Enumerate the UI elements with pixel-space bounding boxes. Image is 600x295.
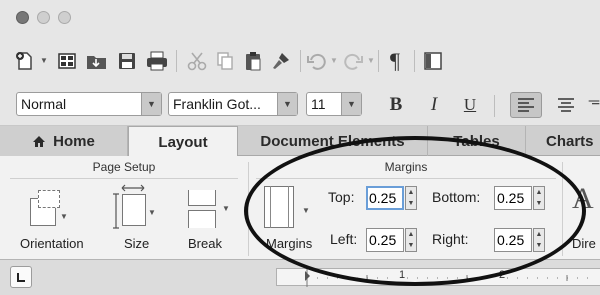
home-icon: [32, 135, 46, 148]
left-tab-icon: [17, 273, 25, 282]
standard-toolbar: ▼ ▼ ▼ ¶: [0, 36, 600, 84]
orientation-button[interactable]: Orientation: [20, 236, 84, 251]
group-divider: [10, 178, 238, 179]
align-center-icon: [558, 98, 574, 112]
tab-layout[interactable]: Layout: [128, 126, 238, 157]
text-direction-button[interactable]: Dire: [572, 236, 596, 251]
align-left-button[interactable]: [510, 92, 542, 118]
tab-charts[interactable]: Charts: [526, 126, 600, 156]
size-button[interactable]: Size: [124, 236, 149, 251]
font-size-dropdown-arrow[interactable]: ▼: [341, 93, 361, 115]
cut-icon[interactable]: [184, 48, 210, 74]
chevron-down-icon[interactable]: ▼: [40, 56, 48, 65]
format-painter-icon[interactable]: [268, 48, 294, 74]
orientation-icon[interactable]: ▼: [28, 186, 68, 230]
bold-button[interactable]: B: [382, 92, 410, 118]
toolbar-divider: [378, 50, 379, 72]
tab-home[interactable]: Home: [0, 126, 128, 156]
title-bar: [0, 0, 600, 36]
highlight-oval: [244, 136, 586, 286]
break-icon[interactable]: ▼: [186, 186, 232, 230]
copy-icon[interactable]: [212, 48, 238, 74]
save-icon[interactable]: [114, 48, 140, 74]
open-folder-icon[interactable]: [84, 48, 110, 74]
zoom-window-button[interactable]: [58, 11, 71, 24]
print-icon[interactable]: [144, 48, 170, 74]
toolbar-divider: [414, 50, 415, 72]
underline-button[interactable]: U: [456, 92, 484, 118]
formatting-toolbar: Normal ▼ Franklin Got... ▼ 11 ▼ B I U: [0, 84, 600, 126]
page-setup-group-title: Page Setup: [92, 160, 156, 174]
sidebar-icon[interactable]: [420, 48, 446, 74]
redo-icon[interactable]: [340, 48, 366, 74]
undo-icon[interactable]: [304, 48, 330, 74]
pilcrow-icon[interactable]: ¶: [382, 48, 408, 74]
gallery-icon[interactable]: [54, 48, 80, 74]
paste-icon[interactable]: [240, 48, 266, 74]
tab-label: Home: [53, 132, 95, 150]
align-right-button[interactable]: [588, 92, 600, 118]
chevron-down-icon[interactable]: ▼: [330, 56, 338, 65]
new-document-icon[interactable]: [12, 48, 38, 74]
close-window-button[interactable]: [16, 11, 29, 24]
chevron-down-icon[interactable]: ▼: [367, 56, 375, 65]
align-left-icon: [518, 98, 534, 112]
align-center-button[interactable]: [550, 92, 582, 118]
toolbar-divider: [300, 50, 301, 72]
toolbar-divider: [494, 95, 495, 117]
style-dropdown-arrow[interactable]: ▼: [141, 93, 161, 115]
tab-stop-selector[interactable]: [10, 266, 32, 288]
size-icon[interactable]: ▼: [112, 182, 156, 230]
toolbar-divider: [176, 50, 177, 72]
italic-button[interactable]: I: [420, 92, 448, 118]
break-button[interactable]: Break: [188, 236, 222, 251]
font-dropdown-arrow[interactable]: ▼: [277, 93, 297, 115]
minimize-window-button[interactable]: [37, 11, 50, 24]
